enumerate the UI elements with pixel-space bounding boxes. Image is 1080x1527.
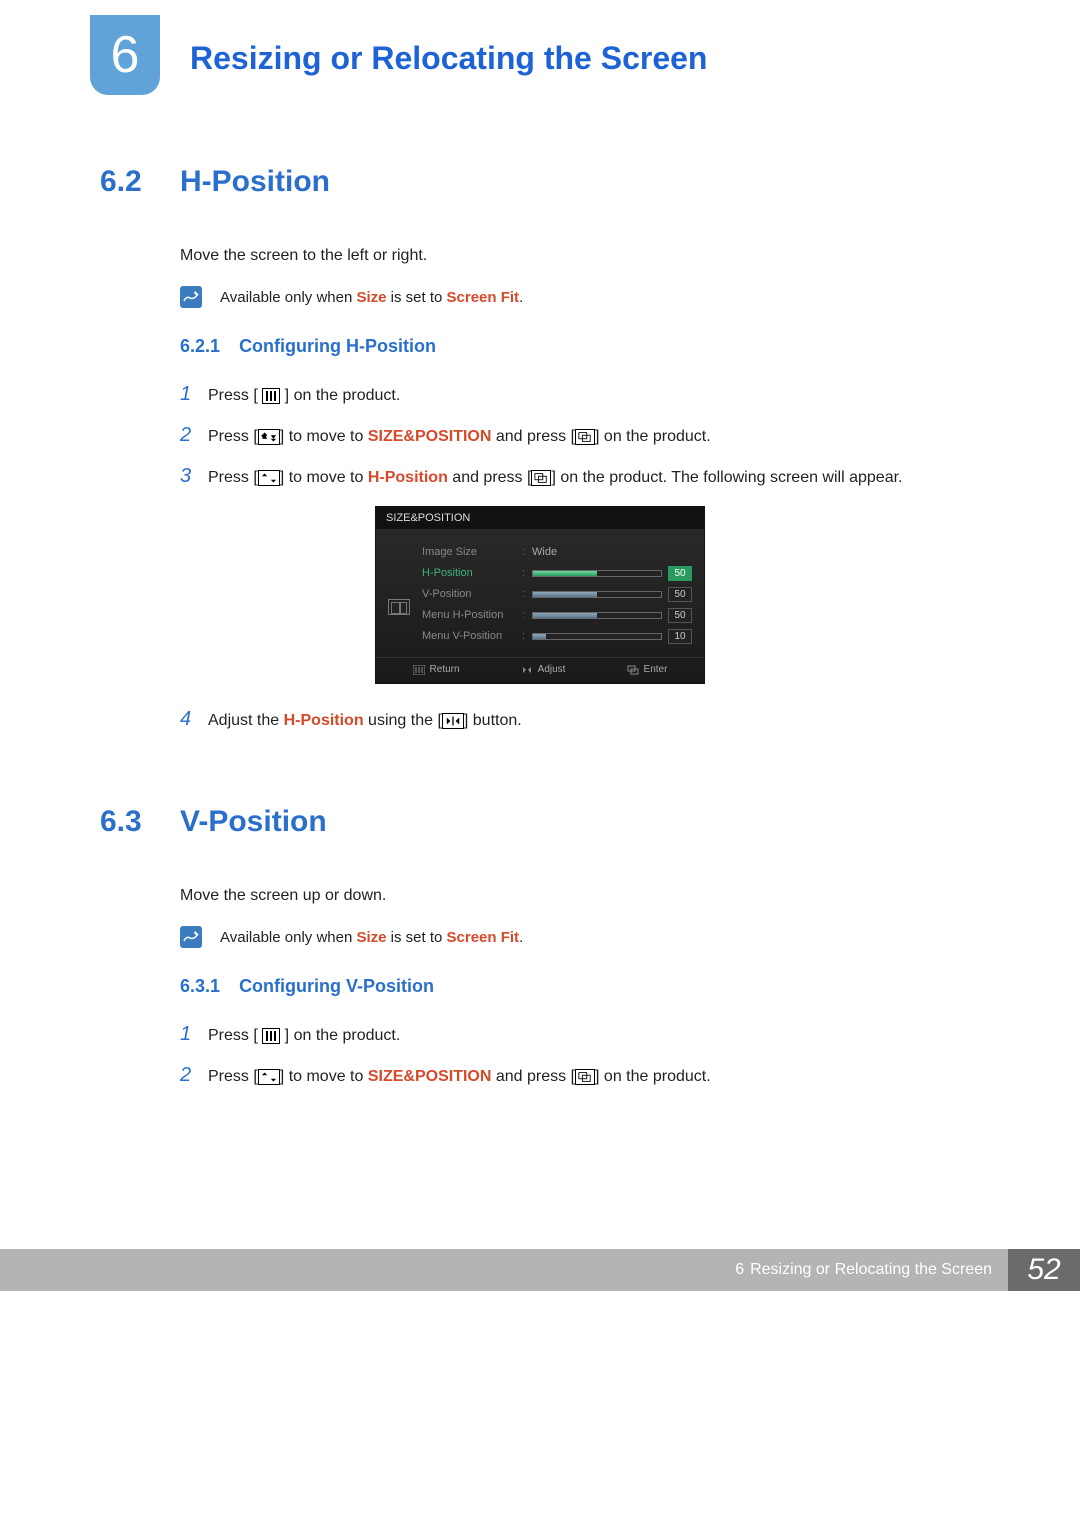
step-text: Press [] to move to SIZE&POSITION and pr… <box>208 425 980 449</box>
page-footer: 6 Resizing or Relocating the Screen 52 <box>0 1249 1080 1291</box>
osd-row: V-Position : 50 <box>422 586 692 602</box>
osd-label: H-Position <box>422 567 522 579</box>
step-number: 2 <box>180 424 208 447</box>
menu-button-icon <box>262 1028 280 1044</box>
note: Available only when Size is set to Scree… <box>180 286 980 308</box>
subsection-heading: 6.2.1 Configuring H-Position <box>180 336 980 357</box>
up-down-icon <box>258 429 280 445</box>
osd-label: Menu H-Position <box>422 609 522 621</box>
chapter-header: 6 Resizing or Relocating the Screen <box>0 0 1080 95</box>
osd-slider: 50 <box>532 587 692 602</box>
osd-slider-value: 50 <box>668 608 692 623</box>
step: 1 Press [ ] on the product. <box>180 383 980 408</box>
subsection-number: 6.3.1 <box>180 976 220 996</box>
step-number: 3 <box>180 465 208 488</box>
chapter-number-tab: 6 <box>90 15 160 95</box>
enter-button-icon <box>575 429 595 445</box>
osd-row: Menu H-Position : 50 <box>422 607 692 623</box>
section-intro: Move the screen to the left or right. <box>180 244 980 268</box>
osd-adjust-hint: Adjust <box>521 664 566 675</box>
subsection-title: Configuring V-Position <box>239 976 434 996</box>
osd-label: V-Position <box>422 588 522 600</box>
step: 2 Press [] to move to SIZE&POSITION and … <box>180 1064 980 1089</box>
note-text: Available only when Size is set to Scree… <box>220 929 523 946</box>
step-text: Press [ ] on the product. <box>208 1024 980 1048</box>
note-text: Available only when Size is set to Scree… <box>220 289 523 306</box>
left-right-icon <box>442 713 464 729</box>
step-text: Press [] to move to H-Position and press… <box>208 466 980 490</box>
osd-row: Image Size : Wide <box>422 544 692 560</box>
step-number: 1 <box>180 1023 208 1046</box>
osd-title: SIZE&POSITION <box>376 507 704 529</box>
section-title: V-Position <box>180 805 327 839</box>
step-number: 1 <box>180 383 208 406</box>
subsection-title: Configuring H-Position <box>239 336 436 356</box>
step-list: 4 Adjust the H-Position using the [] but… <box>180 708 980 733</box>
step: 4 Adjust the H-Position using the [] but… <box>180 708 980 733</box>
step: 3 Press [] to move to H-Position and pre… <box>180 465 980 490</box>
osd-return-hint: Return <box>413 664 460 675</box>
osd-label: Image Size <box>422 546 522 558</box>
enter-small-icon <box>627 665 639 675</box>
osd-enter-hint: Enter <box>627 664 668 675</box>
chapter-title: Resizing or Relocating the Screen <box>190 15 707 77</box>
step-text: Press [ ] on the product. <box>208 384 980 408</box>
osd-footer: Return Adjust Enter <box>376 657 704 677</box>
osd-panel: SIZE&POSITION Image Size : Wide H-Positi… <box>375 506 705 684</box>
section-intro: Move the screen up or down. <box>180 884 980 908</box>
enter-button-icon <box>575 1069 595 1085</box>
note-icon <box>180 926 202 948</box>
osd-slider: 10 <box>532 629 692 644</box>
osd-slider: 50 <box>532 566 692 581</box>
enter-button-icon <box>531 470 551 486</box>
subsection-number: 6.2.1 <box>180 336 220 356</box>
footer-chapter: 6 Resizing or Relocating the Screen <box>0 1249 1008 1291</box>
page-number: 52 <box>1008 1249 1080 1291</box>
step-list: 1 Press [ ] on the product. 2 Press [] t… <box>180 383 980 490</box>
osd-row-active: H-Position : 50 <box>422 565 692 581</box>
osd-slider-value: 50 <box>668 566 692 581</box>
section-title: H-Position <box>180 165 330 199</box>
note-icon <box>180 286 202 308</box>
step-number: 4 <box>180 708 208 731</box>
step-number: 2 <box>180 1064 208 1087</box>
osd-screenshot: SIZE&POSITION Image Size : Wide H-Positi… <box>100 506 980 684</box>
osd-slider-value: 10 <box>668 629 692 644</box>
document-page: 6 Resizing or Relocating the Screen 6.2 … <box>0 0 1080 1291</box>
osd-category-icon <box>388 599 410 615</box>
osd-slider-value: 50 <box>668 587 692 602</box>
note: Available only when Size is set to Scree… <box>180 926 980 948</box>
up-down-icon <box>258 1069 280 1085</box>
step: 1 Press [ ] on the product. <box>180 1023 980 1048</box>
step-list: 1 Press [ ] on the product. 2 Press [] t… <box>180 1023 980 1089</box>
section-number: 6.2 <box>100 165 180 199</box>
section-heading: 6.3 V-Position <box>100 805 980 839</box>
step-text: Adjust the H-Position using the [] butto… <box>208 709 980 733</box>
osd-slider: 50 <box>532 608 692 623</box>
up-down-icon <box>258 470 280 486</box>
section-heading: 6.2 H-Position <box>100 165 980 199</box>
section-number: 6.3 <box>100 805 180 839</box>
page-content: 6.2 H-Position Move the screen to the le… <box>0 95 1080 1089</box>
menu-button-icon <box>262 388 280 404</box>
step: 2 Press [] to move to SIZE&POSITION and … <box>180 424 980 449</box>
menu-small-icon <box>413 665 425 675</box>
osd-value: Wide <box>532 546 692 558</box>
osd-label: Menu V-Position <box>422 630 522 642</box>
leftright-small-icon <box>521 665 533 675</box>
osd-row: Menu V-Position : 10 <box>422 628 692 644</box>
step-text: Press [] to move to SIZE&POSITION and pr… <box>208 1065 980 1089</box>
subsection-heading: 6.3.1 Configuring V-Position <box>180 976 980 997</box>
